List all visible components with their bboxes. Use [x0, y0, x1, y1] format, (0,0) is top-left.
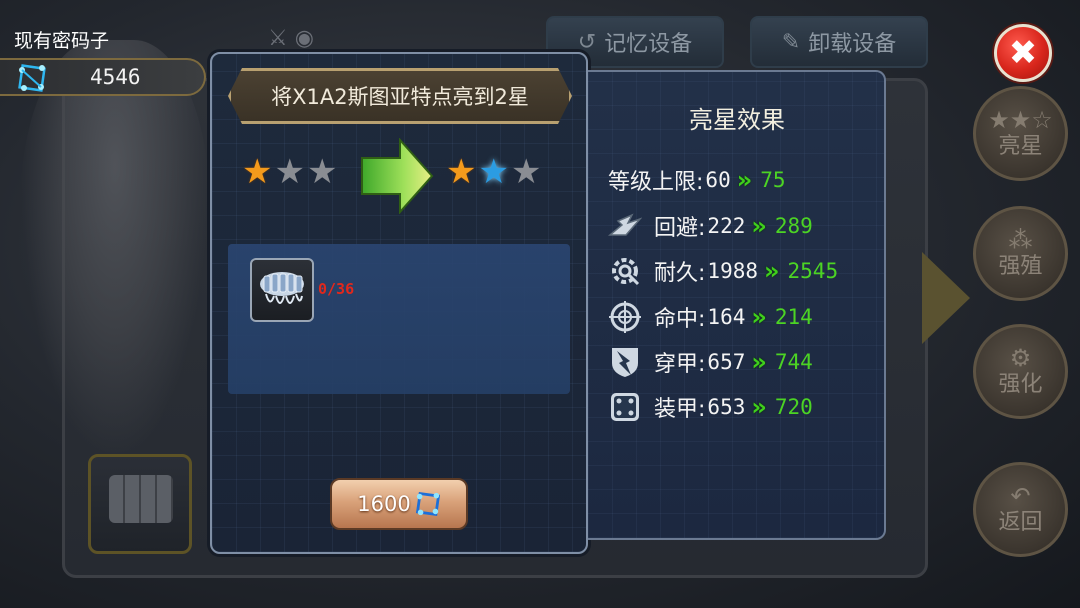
stat-name: 命中: [654, 307, 706, 332]
wrench-icon: ✎ [781, 29, 801, 55]
stars-icon: ★★☆ [988, 105, 1053, 134]
refresh-icon: ↺ [577, 29, 597, 55]
star-up-button[interactable]: ★★☆ 亮星 [973, 86, 1068, 181]
enhance-label: 强化 [998, 371, 1043, 397]
current-stars: ★ ★ ★ [242, 152, 337, 192]
back-button[interactable]: ↶ 返回 [973, 462, 1068, 557]
currency-label: 现有密码子 [14, 30, 110, 52]
back-label: 返回 [998, 509, 1043, 535]
star-empty-icon: ★ [510, 152, 542, 192]
confirm-upgrade-button[interactable]: 1600 [330, 478, 468, 530]
stat-row-durability: 耐久: 1988 » 2545 [608, 253, 878, 289]
star-up-label: 亮星 [998, 133, 1043, 159]
unload-device-button[interactable]: ✎ 卸载设备 [750, 16, 928, 68]
wrench-gear-icon: ⚙ [1009, 343, 1032, 372]
stat-old-value: 60 [705, 168, 731, 192]
armor-plate-icon [608, 390, 642, 424]
stat-row-armor: 装甲: 653 » 720 [608, 389, 878, 425]
codon-cube-icon [18, 64, 46, 92]
stat-old-value: 653 [707, 395, 746, 419]
stat-name: 等级上限: [608, 170, 704, 195]
increase-arrow-icon: » [751, 348, 766, 376]
enhance-button[interactable]: ⚙ 强化 [973, 324, 1068, 419]
increase-arrow-icon: » [764, 257, 779, 285]
stat-name: 回避: [654, 216, 706, 241]
star-empty-icon: ★ [274, 152, 305, 192]
bullet-cartridge-icon [260, 272, 304, 304]
stat-new-value: 214 [774, 305, 813, 329]
stat-row-level-cap: 等级上限: 60 » 75 [608, 162, 878, 198]
stat-new-value: 75 [760, 168, 786, 192]
cost-amount: 1600 [357, 492, 411, 516]
stat-name: 装甲: [654, 397, 706, 422]
target-stars: ★ ★ ★ [446, 152, 541, 192]
stat-old-value: 222 [707, 214, 746, 238]
stat-new-value: 744 [774, 350, 813, 374]
stat-row-evade: 回避: 222 » 289 [608, 208, 878, 244]
durability-gear-icon [608, 254, 642, 288]
currency-bar: 4546 [0, 58, 206, 96]
stat-row-hit: 命中: 164 » 214 [608, 299, 878, 335]
material-slot[interactable] [250, 258, 314, 322]
increase-arrow-icon: » [751, 212, 766, 240]
close-button[interactable]: ✖ [994, 24, 1052, 82]
stat-old-value: 657 [707, 350, 746, 374]
unload-device-label: 卸载设备 [808, 32, 897, 57]
star-filled-icon: ★ [242, 152, 273, 192]
upgrade-arrow-icon [361, 138, 434, 214]
star-effect-title: 亮星效果 [689, 106, 785, 134]
background-icons: ⚔ ◉ [268, 26, 314, 51]
bullet-cartridge-icon [109, 475, 173, 523]
increase-arrow-icon: » [751, 303, 766, 331]
stat-old-value: 1988 [707, 259, 758, 283]
stat-name: 耐久: [654, 261, 706, 286]
material-count: 0/36 [318, 280, 355, 298]
dialog-title: 将X1A2斯图亚特点亮到2星 [228, 68, 572, 124]
stat-new-value: 720 [774, 395, 813, 419]
increase-arrow-icon: » [736, 166, 752, 194]
close-icon: ✖ [1008, 33, 1038, 73]
stat-name: 穿甲: [654, 352, 706, 377]
equipment-slot-tile[interactable] [88, 454, 192, 554]
star-new-icon: ★ [478, 152, 509, 192]
breed-button[interactable]: ⁂ 强殖 [973, 206, 1068, 301]
breed-label: 强殖 [998, 253, 1043, 279]
molecule-icon: ⁂ [1008, 225, 1033, 254]
pierce-shield-icon [608, 345, 642, 379]
stat-old-value: 164 [707, 305, 746, 329]
increase-arrow-icon: » [751, 393, 766, 421]
star-filled-icon: ★ [446, 152, 477, 192]
character-silhouette [20, 40, 210, 460]
stat-new-value: 2545 [787, 259, 839, 283]
next-arrow-icon[interactable] [922, 252, 970, 344]
star-empty-icon: ★ [306, 152, 338, 192]
stat-row-pierce: 穿甲: 657 » 744 [608, 344, 878, 380]
crosshair-icon [608, 300, 642, 334]
currency-amount: 4546 [90, 65, 141, 89]
codon-cube-icon [415, 491, 440, 517]
evade-icon [608, 209, 642, 243]
return-arrow-icon: ↶ [1010, 481, 1031, 510]
memory-device-label: 记忆设备 [604, 32, 693, 57]
stat-new-value: 289 [774, 214, 813, 238]
